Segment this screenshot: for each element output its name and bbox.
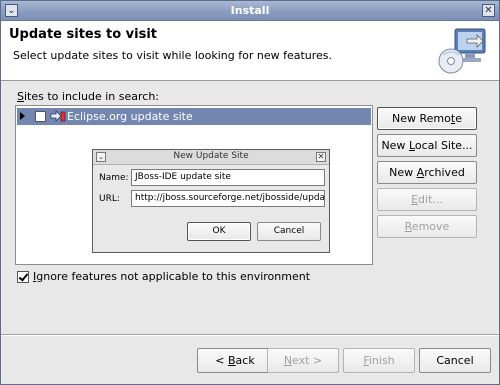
window-close-button[interactable]: ✕ (482, 4, 495, 17)
next-button[interactable]: Next > (267, 348, 339, 373)
page-description: Select update sites to visit while looki… (13, 49, 333, 62)
cancel-button[interactable]: Cancel (419, 348, 491, 373)
install-window: ⌄ Install ✕ Update sites to visit Select… (0, 0, 500, 385)
tree-row-eclipse-org-update-site[interactable]: Eclipse.org update site (17, 108, 371, 125)
new-archived-site-button[interactable]: New Archived Site... (377, 161, 477, 200)
edit-button[interactable]: Edit... (377, 188, 477, 211)
dialog-close-icon[interactable]: ✕ (316, 152, 326, 162)
tree-item-label: Eclipse.org update site (67, 110, 193, 123)
url-label: URL: (99, 194, 120, 204)
expand-arrow-icon[interactable] (20, 112, 25, 120)
new-update-site-dialog: ⌄ New Update Site ✕ Name: JBoss-IDE upda… (92, 149, 330, 253)
back-button[interactable]: < Back (197, 348, 273, 373)
update-site-icon (50, 110, 66, 122)
sites-to-include-label: Sites to include in search: (17, 90, 160, 103)
site-checkbox[interactable] (35, 111, 46, 122)
dialog-title: New Update Site (173, 151, 249, 161)
wizard-header: Update sites to visit Select update site… (1, 21, 499, 81)
ignore-features-checkbox[interactable] (17, 271, 29, 283)
dialog-title-bar[interactable]: ⌄ New Update Site ✕ (93, 150, 329, 165)
install-wizard-icon (438, 28, 486, 74)
button-bar-separator (1, 334, 499, 336)
title-bar[interactable]: ⌄ Install ✕ (1, 1, 499, 21)
name-label: Name: (99, 173, 129, 183)
ignore-features-label: Ignore features not applicable to this e… (33, 270, 311, 283)
new-local-site-button[interactable]: New Local Site... (377, 134, 477, 157)
new-remote-site-button[interactable]: New Remote Site... (377, 107, 477, 146)
close-icon: ✕ (484, 5, 493, 16)
dialog-cancel-button[interactable]: Cancel (257, 222, 321, 241)
dialog-ok-button[interactable]: OK (187, 222, 251, 241)
finish-button[interactable]: Finish (343, 348, 415, 373)
name-field[interactable]: JBoss-IDE update site (131, 169, 325, 186)
window-title: Install (230, 4, 270, 17)
page-title: Update sites to visit (9, 27, 157, 42)
remove-button[interactable]: Remove (377, 215, 477, 238)
url-field[interactable]: http://jboss.sourceforge.net/jbosside/up… (131, 190, 325, 207)
